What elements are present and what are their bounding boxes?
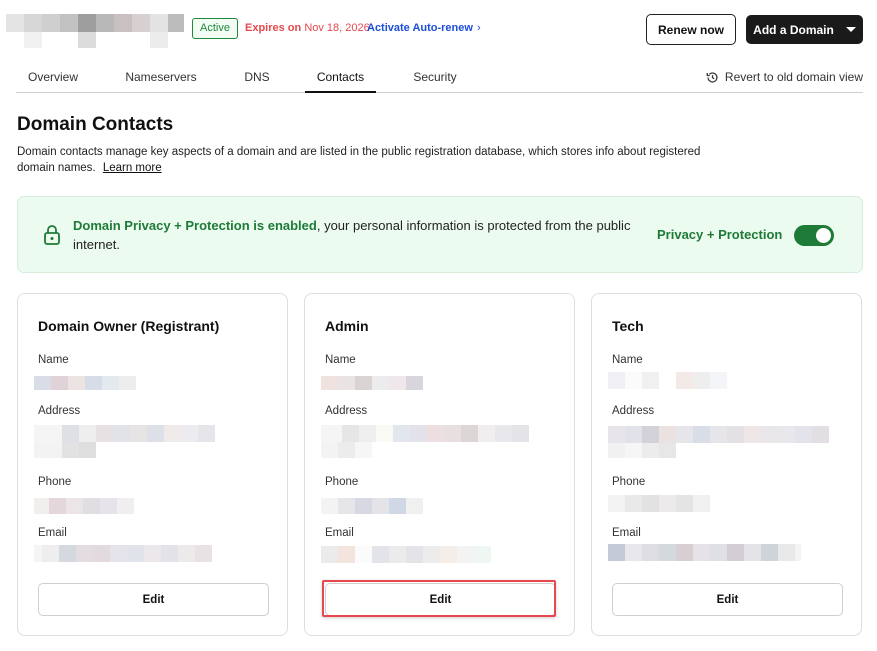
email-value-redacted	[321, 546, 491, 563]
page-description: Domain contacts manage key aspects of a …	[17, 144, 717, 176]
tab-overview[interactable]: Overview	[16, 62, 90, 93]
tab-security[interactable]: Security	[404, 62, 466, 93]
address-value-redacted	[34, 425, 215, 442]
expires-date: Nov 18, 2026	[304, 22, 370, 34]
address-label: Address	[325, 405, 368, 417]
add-domain-button[interactable]: Add a Domain	[746, 15, 863, 44]
edit-registrant-button[interactable]: Edit	[38, 583, 269, 616]
phone-label: Phone	[38, 476, 72, 488]
expiration-info: Expires on Nov 18, 2026	[245, 22, 370, 34]
revert-label: Revert to old domain view	[724, 70, 863, 84]
name-value-redacted	[608, 372, 727, 389]
contact-card-tech: Tech Name Address Phone Email Edit	[591, 293, 862, 636]
privacy-banner: Domain Privacy + Protection is enabled, …	[17, 196, 863, 273]
name-value-redacted	[321, 376, 423, 390]
phone-value-redacted	[608, 495, 710, 512]
address-value-redacted	[321, 425, 529, 442]
contact-card-registrant: Domain Owner (Registrant) Name Address P…	[17, 293, 288, 636]
privacy-message: Domain Privacy + Protection is enabled, …	[73, 216, 633, 254]
chevron-right-icon: ›	[476, 22, 481, 34]
add-domain-label: Add a Domain	[753, 22, 834, 37]
email-value-redacted	[34, 545, 212, 562]
page-title: Domain Contacts	[17, 114, 174, 135]
auto-renew-label: Activate Auto-renew	[367, 22, 473, 34]
name-value-redacted	[34, 376, 136, 390]
edit-admin-button[interactable]: Edit	[325, 583, 556, 616]
status-badge: Active	[192, 18, 238, 39]
activate-auto-renew-link[interactable]: Activate Auto-renew ›	[367, 22, 481, 34]
email-label: Email	[38, 527, 67, 539]
email-value-redacted	[608, 544, 801, 561]
phone-value-redacted	[321, 498, 423, 514]
toggle-knob	[816, 228, 831, 243]
address-value-redacted-2	[608, 443, 676, 458]
name-label: Name	[612, 354, 643, 366]
address-label: Address	[612, 405, 655, 417]
expires-label: Expires on	[245, 22, 302, 34]
tab-nameservers[interactable]: Nameservers	[116, 62, 206, 93]
phone-value-redacted	[34, 498, 134, 514]
lock-icon	[44, 225, 60, 245]
revert-old-view-link[interactable]: Revert to old domain view	[706, 62, 863, 92]
privacy-toggle-label: Privacy + Protection	[657, 227, 783, 242]
edit-tech-button[interactable]: Edit	[612, 583, 843, 616]
privacy-enabled-text: Domain Privacy + Protection is enabled	[73, 218, 317, 233]
renew-now-button[interactable]: Renew now	[646, 14, 736, 45]
tab-dns[interactable]: DNS	[234, 62, 280, 93]
history-icon	[706, 71, 718, 83]
learn-more-link[interactable]: Learn more	[103, 162, 162, 174]
address-value-redacted-2	[321, 442, 372, 458]
email-label: Email	[612, 527, 641, 539]
card-title: Tech	[612, 318, 644, 334]
privacy-toggle[interactable]	[794, 225, 834, 246]
address-label: Address	[38, 405, 81, 417]
domain-name-redacted	[6, 14, 184, 48]
email-label: Email	[325, 527, 354, 539]
caret-down-icon	[845, 27, 856, 32]
phone-label: Phone	[325, 476, 359, 488]
tab-contacts[interactable]: Contacts	[305, 62, 376, 93]
domain-tabs: Overview Nameservers DNS Contacts Securi…	[16, 62, 863, 93]
phone-label: Phone	[612, 476, 646, 488]
card-title: Domain Owner (Registrant)	[38, 318, 220, 334]
address-value-redacted-2	[34, 442, 96, 458]
name-label: Name	[325, 354, 356, 366]
contact-card-admin: Admin Name Address Phone Email Edit	[304, 293, 575, 636]
address-value-redacted	[608, 426, 829, 443]
card-title: Admin	[325, 318, 369, 334]
name-label: Name	[38, 354, 69, 366]
